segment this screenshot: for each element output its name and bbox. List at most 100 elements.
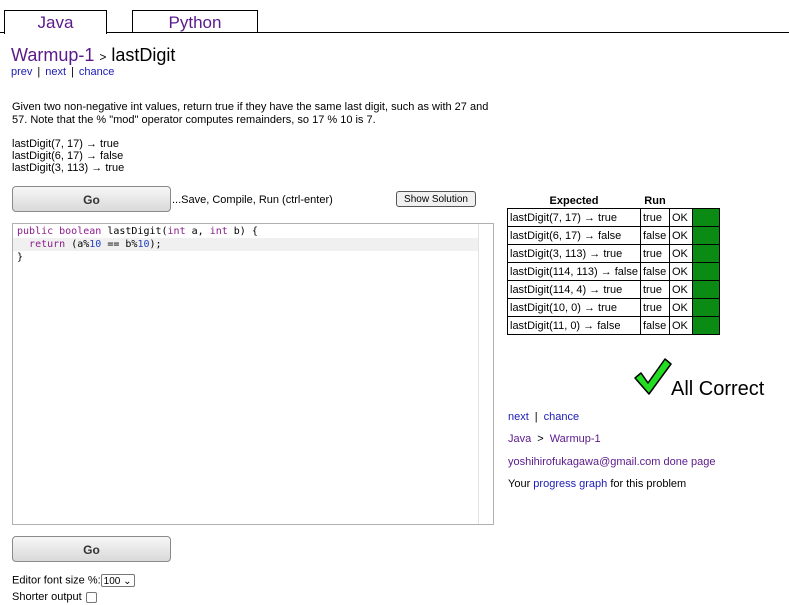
table-row: lastDigit(3, 113) → true true OK <box>507 244 720 263</box>
expected-cell: lastDigit(6, 17) → false <box>507 226 641 245</box>
pass-indicator <box>691 280 720 299</box>
code-text: ); <box>149 239 162 250</box>
code-line-2: return (a%10 == b%10); <box>13 238 478 251</box>
done-page-link[interactable]: done page <box>663 456 715 468</box>
section-breadcrumb: Java > Warmup-1 <box>508 433 601 445</box>
pass-indicator <box>691 244 720 263</box>
status-cell: OK <box>668 226 693 245</box>
status-cell: OK <box>668 244 693 263</box>
expected-cell: lastDigit(10, 0) → true <box>507 298 641 317</box>
go-button[interactable]: Go <box>12 186 171 212</box>
problem-nav: prev | next | chance <box>11 66 114 78</box>
example-line: lastDigit(3, 113) → true <box>12 162 125 174</box>
progress-suffix: for this problem <box>610 478 687 490</box>
run-cell: false <box>639 316 670 335</box>
code-keyword: return <box>29 239 66 250</box>
code-keyword: public boolean <box>17 226 102 237</box>
code-number: 10 <box>89 239 102 250</box>
run-header: Run <box>644 195 666 207</box>
expected-cell: lastDigit(7, 17) → true <box>507 208 641 227</box>
warmup-link[interactable]: Warmup-1 <box>550 433 601 445</box>
code-text: b) { <box>227 226 258 237</box>
table-row: lastDigit(114, 4) → true true OK <box>507 280 720 299</box>
code-number: 10 <box>137 239 150 250</box>
next-link-bottom[interactable]: next <box>508 411 529 423</box>
code-text: a, <box>185 226 210 237</box>
examples: lastDigit(7, 17) → true lastDigit(6, 17)… <box>12 138 124 174</box>
example-line: lastDigit(7, 17) → true <box>12 138 119 150</box>
chance-link[interactable]: chance <box>79 66 114 78</box>
example-line: lastDigit(6, 17) → false <box>12 150 124 162</box>
chance-link-bottom[interactable]: chance <box>544 411 579 423</box>
font-size-label: Editor font size %: <box>12 574 101 587</box>
pass-indicator <box>691 226 720 245</box>
breadcrumb-section-link[interactable]: Warmup-1 <box>11 45 94 65</box>
progress-prefix: Your <box>508 478 531 490</box>
font-size-option: Editor font size %: 100 ⌄ <box>12 574 135 587</box>
go-button-bottom[interactable]: Go <box>12 536 171 562</box>
progress-graph-link[interactable]: progress graph <box>533 478 607 490</box>
page-title: lastDigit <box>111 45 176 65</box>
code-text: == b% <box>101 239 138 250</box>
code-line-1: public boolean lastDigit(int a, int b) { <box>17 225 258 238</box>
table-row: lastDigit(11, 0) → false false OK <box>507 316 720 335</box>
tab-python[interactable]: Python <box>132 10 258 32</box>
results-body: lastDigit(7, 17) → true true OK lastDigit(6… <box>507 208 720 335</box>
code-line-3: } <box>17 252 24 263</box>
breadcrumb: Warmup-1 > lastDigit <box>11 45 175 66</box>
shorter-output-option: Shorter output <box>12 591 97 603</box>
next-link[interactable]: next <box>45 66 66 78</box>
tab-bar-line <box>0 32 789 33</box>
nav-divider: | <box>534 411 538 423</box>
status-cell: OK <box>668 280 693 299</box>
table-row: lastDigit(10, 0) → true true OK <box>507 298 720 317</box>
pass-indicator <box>691 298 720 317</box>
prev-link[interactable]: prev <box>11 66 32 78</box>
status-cell: OK <box>668 298 693 317</box>
pass-indicator <box>691 316 720 335</box>
nav-divider: | <box>37 66 41 78</box>
results-table: Expected Run lastDigit(7, 17) → true true… <box>507 194 720 335</box>
run-cell: false <box>639 226 670 245</box>
java-link[interactable]: Java <box>508 433 531 445</box>
editor-scrollbar[interactable] <box>478 224 493 524</box>
status-cell: OK <box>668 262 693 281</box>
check-icon <box>634 358 672 395</box>
shorter-output-checkbox[interactable] <box>85 591 97 603</box>
expected-cell: lastDigit(114, 113) → false <box>507 262 641 281</box>
pass-indicator <box>691 262 720 281</box>
status-cell: OK <box>668 316 693 335</box>
pass-indicator <box>691 208 720 227</box>
bottom-nav: next | chance <box>508 411 579 423</box>
shorter-output-label: Shorter output <box>12 591 82 603</box>
table-row: lastDigit(7, 17) → true true OK <box>507 208 720 227</box>
nav-divider: | <box>71 66 74 78</box>
run-cell: true <box>639 298 670 317</box>
pass-header <box>692 194 719 209</box>
run-cell: true <box>639 244 670 263</box>
code-keyword: int <box>167 226 186 237</box>
all-correct-text: All Correct <box>671 378 765 400</box>
save-compile-hint: ...Save, Compile, Run (ctrl-enter) <box>172 194 333 206</box>
status-header <box>669 194 692 209</box>
font-size-select[interactable]: 100 ⌄ <box>100 574 135 587</box>
table-row: lastDigit(114, 113) → false false OK <box>507 262 720 281</box>
expected-header: Expected <box>549 195 599 207</box>
code-editor[interactable]: public boolean lastDigit(int a, int b) {… <box>12 223 494 525</box>
table-row: lastDigit(6, 17) → false false OK <box>507 226 720 245</box>
email-link[interactable]: yoshihirofukagawa@gmail.com <box>508 456 660 468</box>
expected-cell: lastDigit(3, 113) → true <box>507 244 641 263</box>
code-keyword: int <box>209 226 228 237</box>
progress-line: Your progress graph for this problem <box>508 478 686 490</box>
font-size-value: 100 <box>103 576 121 587</box>
run-cell: true <box>639 280 670 299</box>
tab-java[interactable]: Java <box>4 10 107 34</box>
status-cell: OK <box>668 208 693 227</box>
results-header-row: Expected Run <box>508 194 720 209</box>
show-solution-button[interactable]: Show Solution <box>396 191 476 207</box>
problem-description: Given two non-negative int values, retur… <box>12 101 489 126</box>
code-text: (a% <box>65 239 90 250</box>
breadcrumb-arrow: > <box>537 433 544 445</box>
account-line: yoshihirofukagawa@gmail.com done page <box>508 456 715 468</box>
code-text: lastDigit( <box>101 226 168 237</box>
